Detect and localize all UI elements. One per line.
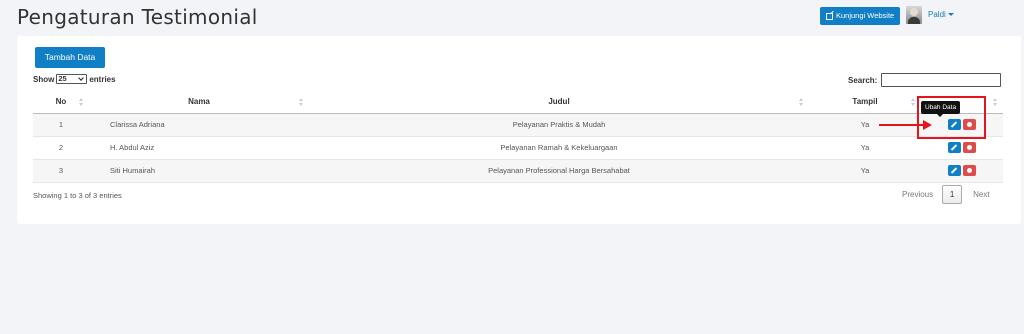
cell-tampil: Ya <box>809 136 921 160</box>
external-link-icon <box>826 12 833 20</box>
edit-button[interactable] <box>948 165 961 176</box>
show-label: Show <box>33 74 55 84</box>
sort-icon <box>799 98 803 106</box>
column-header-label: Judul <box>548 97 570 107</box>
add-data-button[interactable]: Tambah Data <box>35 47 105 68</box>
cell-actions <box>921 159 1003 183</box>
cell-no: 2 <box>33 136 89 160</box>
delete-button[interactable] <box>963 165 976 176</box>
table-row: 2 H. Abdul Aziz Pelayanan Ramah & Kekelu… <box>33 136 1003 160</box>
column-header-label: Nama <box>188 97 210 107</box>
page-length-select[interactable]: 25 <box>56 74 88 84</box>
page-length-control: Show 25 entries <box>33 74 116 84</box>
search-control: Search: <box>848 73 1002 87</box>
page-button-current[interactable]: 1 <box>942 185 963 204</box>
cell-nama: Clarissa Adriana <box>89 113 309 137</box>
cell-nama: Siti Humairah <box>89 159 309 183</box>
sort-icon <box>79 98 83 106</box>
content-card: Tambah Data Show 25 entries Search: No N… <box>17 36 1021 224</box>
page-title: Pengaturan Testimonial <box>17 5 258 29</box>
column-header-no[interactable]: No <box>33 91 89 114</box>
entries-label: entries <box>89 74 116 84</box>
search-input[interactable] <box>881 73 1002 87</box>
cell-judul: Pelayanan Ramah & Kekeluargaan <box>309 136 809 160</box>
sort-icon <box>911 98 915 106</box>
cell-no: 3 <box>33 159 89 183</box>
avatar[interactable] <box>906 6 922 24</box>
table-header-row: No Nama Judul Tampil <box>33 91 1003 114</box>
pagination: Previous 1 Next <box>902 185 990 204</box>
cell-actions <box>921 136 1003 160</box>
sort-icon <box>993 98 997 106</box>
column-header-label: No <box>55 97 67 107</box>
caret-down-icon <box>947 13 954 16</box>
column-header-judul[interactable]: Judul <box>309 91 809 114</box>
delete-button[interactable] <box>963 142 976 153</box>
topbar: Pengaturan Testimonial Kunjungi Website … <box>0 0 1024 34</box>
page-length-value: 25 <box>58 74 67 83</box>
cell-tampil: Ya <box>809 159 921 183</box>
column-header-nama[interactable]: Nama <box>89 91 309 114</box>
search-label: Search: <box>848 75 878 85</box>
table-info: Showing 1 to 3 of 3 entries <box>33 191 122 200</box>
testimonial-table: No Nama Judul Tampil 1 Clarissa Adriana … <box>33 91 1003 183</box>
cell-judul: Pelayanan Praktis & Mudah <box>309 113 809 137</box>
user-name: Paldi <box>928 10 946 19</box>
arrow-right-icon <box>923 120 932 130</box>
visit-website-label: Kunjungi Website <box>836 11 895 20</box>
cell-judul: Pelayanan Professional Harga Bersahabat <box>309 159 809 183</box>
edit-tooltip: Ubah Data <box>921 101 961 117</box>
cell-nama: H. Abdul Aziz <box>89 136 309 160</box>
annotation-arrow-line <box>879 124 927 126</box>
chevron-down-icon <box>78 75 85 81</box>
column-header-label: Tampil <box>852 97 878 107</box>
edit-button[interactable] <box>948 142 961 153</box>
next-page-button[interactable]: Next <box>973 190 989 199</box>
column-header-tampil[interactable]: Tampil <box>809 91 921 114</box>
sort-icon <box>299 98 303 106</box>
cell-no: 1 <box>33 113 89 137</box>
visit-website-button[interactable]: Kunjungi Website <box>820 7 901 25</box>
user-menu[interactable]: Paldi <box>928 10 954 19</box>
previous-page-button[interactable]: Previous <box>902 190 933 199</box>
table-row: 3 Siti Humairah Pelayanan Professional H… <box>33 159 1003 183</box>
table-row: 1 Clarissa Adriana Pelayanan Praktis & M… <box>33 113 1003 137</box>
